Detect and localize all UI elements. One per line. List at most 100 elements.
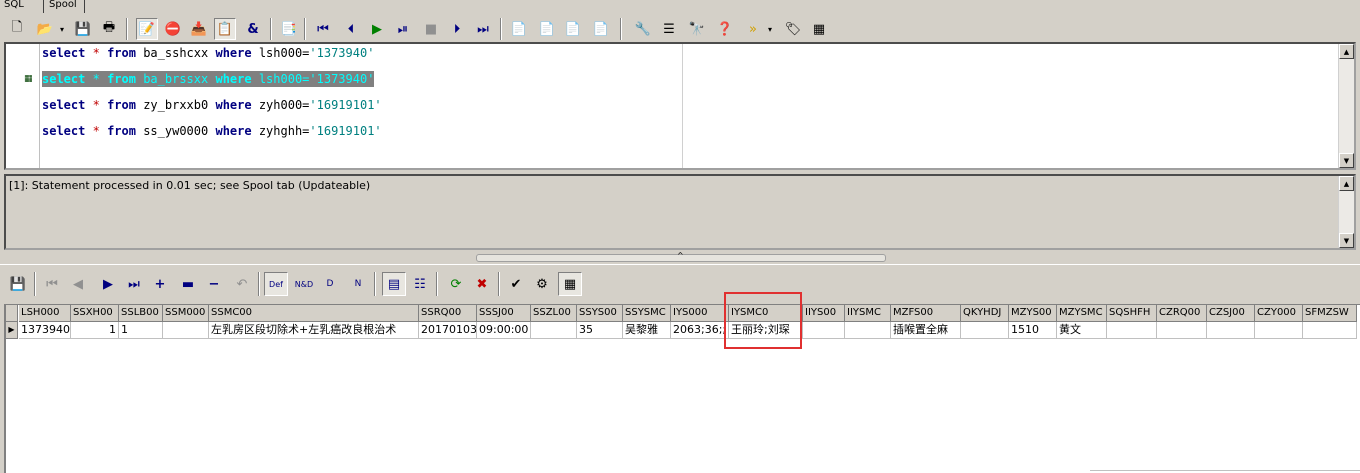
last-record-icon[interactable]: ⏭: [122, 272, 146, 296]
grid-cell[interactable]: 09:00:00: [477, 322, 531, 339]
grid-icon[interactable]: ▦: [808, 18, 830, 40]
grid-cell[interactable]: 左乳房区段切除术+左乳癌改良根治术: [209, 322, 419, 339]
d-icon[interactable]: D: [318, 272, 342, 296]
grid-cell[interactable]: 1: [71, 322, 119, 339]
pane-splitter[interactable]: ^: [476, 251, 886, 262]
doc4-icon[interactable]: 📄: [590, 18, 612, 40]
run-icon[interactable]: ▶: [366, 18, 388, 40]
edit-icon[interactable]: 📝: [136, 18, 158, 40]
n-icon[interactable]: N: [346, 272, 370, 296]
prev-icon[interactable]: ⏴: [340, 18, 362, 40]
new-icon[interactable]: 🗋: [6, 18, 28, 40]
run-to-end-icon[interactable]: ⏯: [392, 18, 414, 40]
column-header-qkyhdj[interactable]: QKYHDJ: [961, 305, 1009, 322]
grid-cell[interactable]: [531, 322, 577, 339]
list-icon[interactable]: ☰: [658, 18, 680, 40]
paste-icon[interactable]: 📋: [214, 18, 236, 40]
column-header-ssmc00[interactable]: SSMC00: [209, 305, 419, 322]
wand-icon[interactable]: 🔧: [632, 18, 654, 40]
column-header-ssysmc[interactable]: SSYSMC: [623, 305, 671, 322]
dropdown-icon[interactable]: ▾: [56, 18, 68, 40]
grid-cell[interactable]: [803, 322, 845, 339]
column-header-iiys00[interactable]: IIYS00: [803, 305, 845, 322]
grid-cell[interactable]: 1510: [1009, 322, 1057, 339]
print-icon[interactable]: 🖶: [98, 18, 120, 40]
doc1-icon[interactable]: 📄: [508, 18, 530, 40]
load-icon[interactable]: 📥: [188, 18, 210, 40]
stop-icon[interactable]: ■: [420, 18, 442, 40]
column-header-ssys00[interactable]: SSYS00: [577, 305, 623, 322]
tab-spool[interactable]: Spool: [45, 0, 85, 13]
column-header-iys000[interactable]: IYS000: [671, 305, 729, 322]
grid-cell[interactable]: 2063;36;;: [671, 322, 729, 339]
tab-sql[interactable]: SQL: [0, 0, 44, 13]
scroll-up-icon[interactable]: ▲: [1339, 44, 1354, 59]
refresh-icon[interactable]: ⟳: [444, 272, 468, 296]
sql-line[interactable]: select * from ba_brssxx where lsh000='13…: [42, 71, 375, 87]
sql-editor[interactable]: ▦ select * from ba_sshcxx where lsh000='…: [4, 42, 1356, 170]
column-header-lsh000[interactable]: LSH000: [19, 305, 71, 322]
help-icon[interactable]: ❓: [714, 18, 736, 40]
grid-cell[interactable]: 插喉置全麻: [891, 322, 961, 339]
grid-cell[interactable]: [961, 322, 1009, 339]
scroll-up-icon[interactable]: ▲: [1339, 176, 1354, 191]
column-header-ssxh00[interactable]: SSXH00: [71, 305, 119, 322]
open-sql-icon[interactable]: 📂: [34, 18, 56, 40]
doc3-icon[interactable]: 📄: [562, 18, 584, 40]
doc2-icon[interactable]: 📄: [536, 18, 558, 40]
sql-line[interactable]: select * from ba_sshcxx where lsh000='13…: [42, 45, 374, 61]
forward-icon[interactable]: »: [742, 18, 764, 40]
record-view-icon[interactable]: ☷: [408, 272, 432, 296]
last-icon[interactable]: ⏭: [472, 18, 494, 40]
editor-scrollbar[interactable]: ▲ ▼: [1338, 44, 1354, 168]
grid-cell[interactable]: [1303, 322, 1357, 339]
first-icon[interactable]: ⏮: [312, 18, 334, 40]
grid-cell[interactable]: [1157, 322, 1207, 339]
grid-cell[interactable]: [163, 322, 209, 339]
column-header-sssj00[interactable]: SSSJ00: [477, 305, 531, 322]
nd-icon[interactable]: N&D: [292, 272, 316, 296]
grid-cell[interactable]: 黄文: [1057, 322, 1107, 339]
delete-record-icon[interactable]: −: [202, 272, 226, 296]
column-header-czy000[interactable]: CZY000: [1255, 305, 1303, 322]
edit-record-icon[interactable]: ▬: [176, 272, 200, 296]
column-header-mzfs00[interactable]: MZFS00: [891, 305, 961, 322]
grid-cell[interactable]: 吴黎雅: [623, 322, 671, 339]
grid-cell[interactable]: [845, 322, 891, 339]
grid-cell[interactable]: [1207, 322, 1255, 339]
grid-cell[interactable]: 1: [119, 322, 163, 339]
check-icon[interactable]: ✔: [504, 272, 528, 296]
result-grid[interactable]: LSH000 SSXH00 SSLB00 SSM000 SSMC00 SSRQ00 SSSJ…: [4, 304, 1360, 473]
ampersand-icon[interactable]: &: [242, 18, 264, 40]
column-header-sqshfh[interactable]: SQSHFH: [1107, 305, 1157, 322]
undo-icon[interactable]: ↶: [230, 272, 254, 296]
column-header-sfmzsw[interactable]: SFMZSW: [1303, 305, 1357, 322]
grid-cell[interactable]: [1107, 322, 1157, 339]
sql-line[interactable]: select * from zy_brxxb0 where zyh000='16…: [42, 97, 382, 113]
step-icon[interactable]: ⏵: [446, 18, 468, 40]
grid-cell[interactable]: 35: [577, 322, 623, 339]
scroll-down-icon[interactable]: ▼: [1339, 153, 1354, 168]
save-icon[interactable]: 💾: [6, 272, 30, 296]
tag-icon[interactable]: 🏷: [782, 18, 804, 40]
message-scrollbar[interactable]: ▲ ▼: [1338, 176, 1354, 248]
grid-cell[interactable]: [1255, 322, 1303, 339]
prior-record-icon[interactable]: ◀: [66, 272, 90, 296]
insert-record-icon[interactable]: +: [148, 272, 172, 296]
column-header-sszl00[interactable]: SSZL00: [531, 305, 577, 322]
binoculars-icon[interactable]: 🔭: [686, 18, 708, 40]
column-header-czsj00[interactable]: CZSJ00: [1207, 305, 1255, 322]
first-record-icon[interactable]: ⏮: [40, 272, 64, 296]
sql-line[interactable]: select * from ss_yw0000 where zyhghh='16…: [42, 123, 382, 139]
column-header-sslb00[interactable]: SSLB00: [119, 305, 163, 322]
column-header-mzys00[interactable]: MZYS00: [1009, 305, 1057, 322]
query-icon[interactable]: ⚙: [530, 272, 554, 296]
clear-icon[interactable]: ✖: [470, 272, 494, 296]
column-header-czrq00[interactable]: CZRQ00: [1157, 305, 1207, 322]
column-header-mzysmc[interactable]: MZYSMC: [1057, 305, 1107, 322]
column-header-iiysmc[interactable]: IIYSMC: [845, 305, 891, 322]
grid-cell[interactable]: 20170103: [419, 322, 477, 339]
def-icon[interactable]: Def: [264, 272, 288, 296]
dropdown-icon[interactable]: ▾: [764, 18, 776, 40]
next-record-icon[interactable]: ▶: [96, 272, 120, 296]
